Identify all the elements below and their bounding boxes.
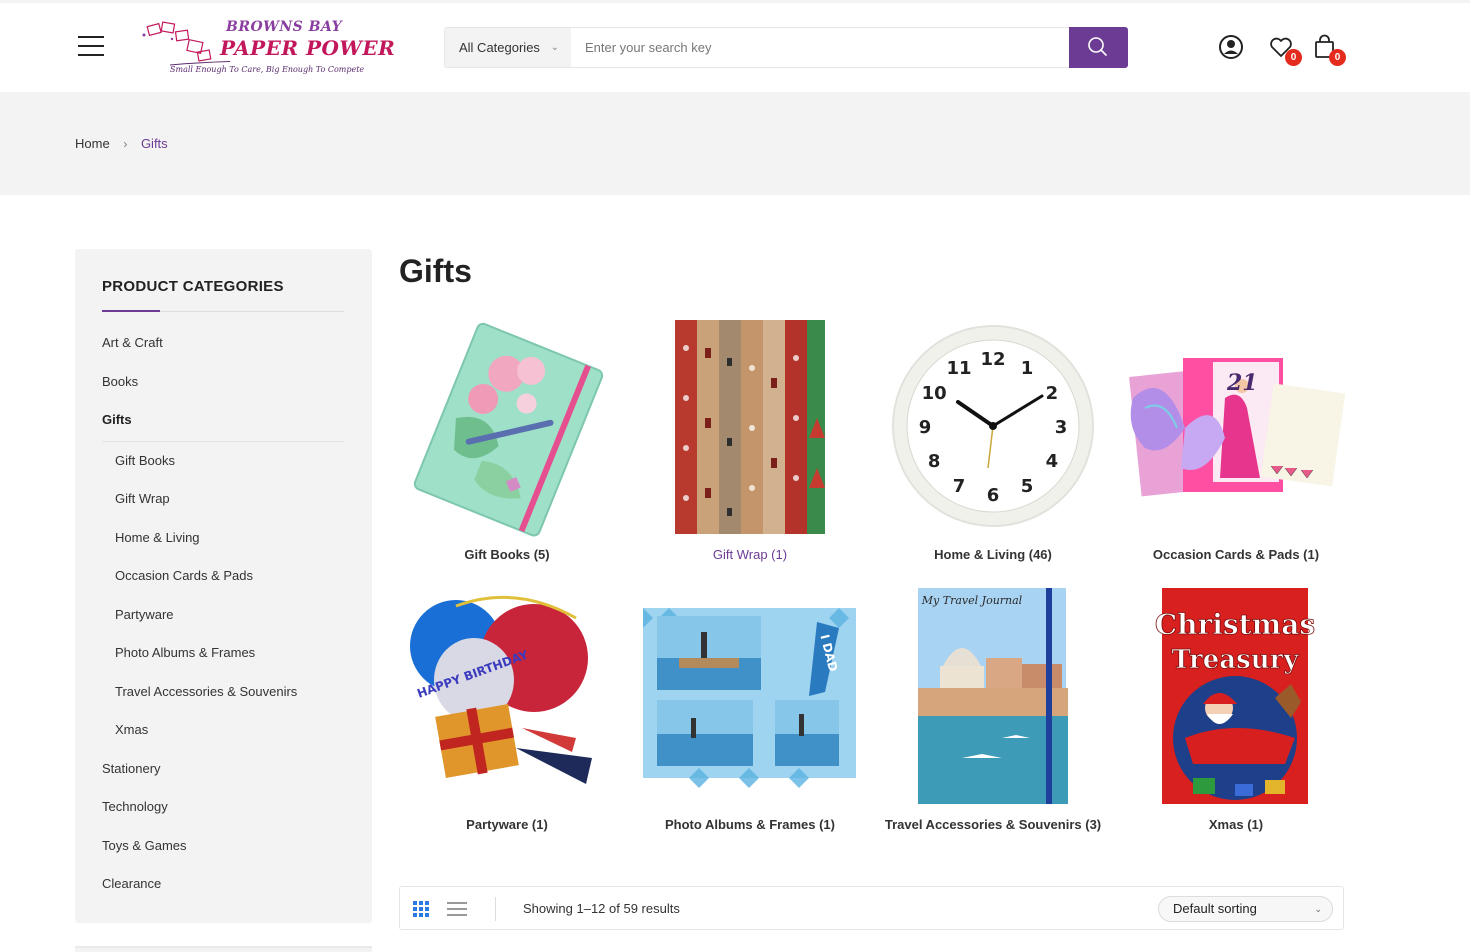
category-select[interactable]: All Categories ⌄ [445, 28, 571, 67]
sort-select-label: Default sorting [1173, 901, 1257, 916]
clock-numeral: 7 [953, 476, 966, 497]
chevron-down-icon: ⌄ [1314, 904, 1322, 914]
sidebar-item-clearance[interactable]: Clearance [102, 876, 161, 891]
clock-numeral: 5 [1021, 476, 1034, 497]
category-select-label: All Categories [459, 40, 540, 55]
gift-books-image [396, 318, 618, 538]
card-number: 21 [1226, 370, 1258, 396]
sidebar-item-gift-books[interactable]: Gift Books [115, 453, 175, 468]
journal-title: My Travel Journal [921, 594, 1023, 607]
list-view-icon[interactable] [447, 902, 467, 916]
book-title-line2: Treasury [1172, 645, 1300, 675]
gift-wrap-image [639, 318, 861, 538]
cart-count-badge: 0 [1329, 49, 1346, 66]
clock-numeral: 4 [1046, 451, 1059, 472]
sidebar-item-toys-games[interactable]: Toys & Games [102, 838, 187, 853]
results-count: Showing 1–12 of 59 results [523, 901, 680, 916]
site-header: BROWNS BAY PAPER POWER Small Enough To C… [0, 0, 1470, 92]
clock-image: 12 1 2 3 4 5 6 7 8 9 10 11 [882, 318, 1104, 538]
clock-numeral: 10 [922, 383, 947, 404]
menu-icon[interactable] [78, 36, 104, 56]
tile-label: Photo Albums & Frames (1) [665, 817, 835, 832]
tile-label: Partyware (1) [466, 817, 548, 832]
tile-label: Xmas (1) [1208, 817, 1264, 832]
logo-papers-graphic [142, 21, 230, 66]
search-button[interactable] [1069, 27, 1128, 68]
chevron-down-icon: ⌄ [550, 42, 559, 53]
christmas-treasury-image: Christmas Treasury [1125, 588, 1347, 808]
grid-view-icon[interactable] [413, 901, 429, 917]
sidebar-next-widget [75, 946, 372, 952]
clock-numeral: 6 [987, 485, 1000, 506]
sidebar-item-stationery[interactable]: Stationery [102, 761, 161, 776]
sidebar-item-partyware[interactable]: Partyware [115, 607, 174, 622]
tile-label: Occasion Cards & Pads (1) [1152, 547, 1320, 562]
clock-numeral: 1 [1021, 358, 1034, 379]
sidebar-title-divider [102, 310, 344, 312]
sidebar-item-home-living[interactable]: Home & Living [115, 530, 200, 545]
clock-numeral: 12 [980, 349, 1005, 370]
page-title: Gifts [399, 253, 472, 289]
sidebar-item-books[interactable]: Books [102, 374, 138, 389]
sidebar-item-gift-wrap[interactable]: Gift Wrap [115, 491, 170, 506]
product-categories-sidebar: PRODUCT CATEGORIES Art & Craft Books Gif… [75, 249, 372, 923]
tile-label: Gift Wrap (1) [712, 547, 788, 562]
logo-tagline: Small Enough To Care, Big Enough To Comp… [170, 65, 365, 74]
search-bar: All Categories ⌄ [444, 27, 1128, 68]
breadcrumb-current: Gifts [140, 136, 168, 151]
chevron-right-icon: › [123, 137, 128, 151]
cart-button[interactable]: 0 [1312, 34, 1346, 66]
toolbar-divider [495, 897, 496, 921]
sidebar-subdivider [102, 441, 344, 442]
breadcrumb: Home › Gifts [75, 136, 168, 151]
sidebar-item-xmas[interactable]: Xmas [115, 722, 148, 737]
travel-journal-image: My Travel Journal [882, 588, 1104, 808]
clock-numeral: 9 [919, 417, 932, 438]
tile-label: Home & Living (46) [934, 547, 1052, 562]
partyware-image: HAPPY BIRTHDAY [396, 588, 618, 808]
breadcrumb-home-link[interactable]: Home [75, 136, 110, 151]
sidebar-title: PRODUCT CATEGORIES [102, 278, 284, 295]
sidebar-item-gifts[interactable]: Gifts [102, 412, 132, 427]
sidebar-item-art-craft[interactable]: Art & Craft [102, 335, 163, 350]
clock-numeral: 3 [1055, 417, 1068, 438]
user-icon [1219, 35, 1243, 59]
photo-albums-image: I DAD [639, 588, 861, 808]
wishlist-button[interactable]: 0 [1268, 34, 1302, 66]
sort-select[interactable]: Default sorting ⌄ [1158, 896, 1333, 922]
sidebar-item-technology[interactable]: Technology [102, 799, 168, 814]
clock-numeral: 2 [1046, 383, 1059, 404]
book-title-line1: Christmas [1155, 608, 1315, 641]
occasion-cards-image: 21 [1125, 318, 1347, 538]
clock-numeral: 11 [946, 358, 971, 379]
site-logo[interactable]: BROWNS BAY PAPER POWER Small Enough To C… [140, 17, 395, 79]
sidebar-item-photo-albums[interactable]: Photo Albums & Frames [115, 645, 255, 660]
shop-toolbar: Showing 1–12 of 59 results Default sorti… [399, 886, 1344, 930]
tile-label: Gift Books (5) [464, 547, 550, 562]
wishlist-count-badge: 0 [1285, 49, 1302, 66]
logo-line2: PAPER POWER [220, 36, 396, 60]
sidebar-item-occasion-cards[interactable]: Occasion Cards & Pads [115, 568, 253, 583]
breadcrumb-band: Home › Gifts [0, 92, 1470, 195]
account-button[interactable] [1218, 34, 1244, 60]
search-input[interactable] [571, 28, 1069, 67]
search-icon [1088, 37, 1107, 56]
sidebar-item-travel-accessories[interactable]: Travel Accessories & Souvenirs [115, 684, 297, 699]
logo-line1: BROWNS BAY [226, 19, 343, 35]
tile-label: Travel Accessories & Souvenirs (3) [884, 817, 1102, 832]
clock-numeral: 8 [928, 451, 941, 472]
